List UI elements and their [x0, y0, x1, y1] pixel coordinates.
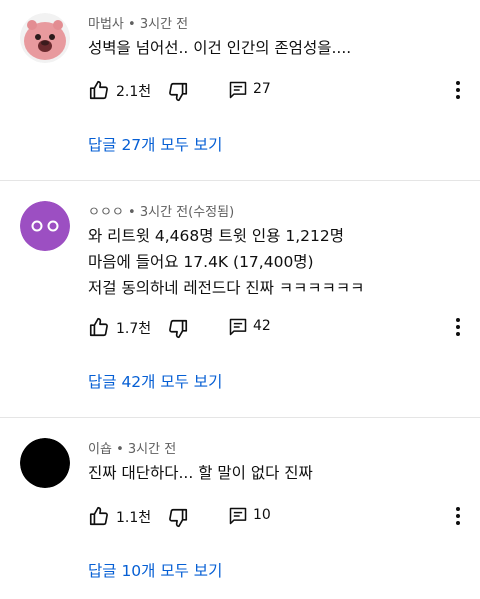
comment-text: 성벽을 넘어선.. 이건 인간의 존엄성을....: [88, 35, 351, 61]
action-row: 1.7천 42: [88, 316, 480, 340]
avatar[interactable]: [20, 13, 70, 63]
reply-icon[interactable]: [228, 506, 248, 526]
comment-text: 와 리트윗 4,468명 트윗 인용 1,212명 마음에 들어요 17.4K …: [88, 223, 364, 301]
author-name[interactable]: ㅇㅇㅇ: [88, 205, 124, 220]
comment-line: 마음에 들어요 17.4K (17,400명): [88, 253, 314, 271]
like-count: 2.1천: [116, 84, 152, 100]
comment-meta: 이숍 • 3시간 전: [88, 438, 176, 457]
comment-line: 진짜 대단하다... 할 말이 없다 진짜: [88, 464, 313, 482]
avatar[interactable]: [20, 201, 70, 251]
comment-line: 저걸 동의하네 레전드다 진짜 ㅋㅋㅋㅋㅋㅋ: [88, 279, 365, 297]
thumb-down-icon[interactable]: [167, 81, 189, 103]
reply-icon[interactable]: [228, 317, 248, 337]
view-replies-link[interactable]: 답글 27개 모두 보기: [88, 133, 222, 155]
comment-time: 3시간 전: [127, 442, 177, 457]
meta-separator: •: [128, 205, 136, 220]
comment-item: ㅇㅇㅇ • 3시간 전(수정됨) 와 리트윗 4,468명 트윗 인용 1,21…: [0, 181, 480, 417]
like-count: 1.7천: [116, 321, 152, 337]
comment-text: 진짜 대단하다... 할 말이 없다 진짜: [88, 460, 313, 486]
more-vert-icon[interactable]: [450, 79, 466, 101]
action-row: 2.1천 27: [88, 79, 480, 103]
comment-item: 이숍 • 3시간 전 진짜 대단하다... 할 말이 없다 진짜 1.1천 10…: [0, 418, 480, 599]
like-count: 1.1천: [116, 510, 152, 526]
avatar[interactable]: [20, 438, 70, 488]
thumb-up-icon[interactable]: [88, 316, 110, 338]
comment-line: 성벽을 넘어선.. 이건 인간의 존엄성을....: [88, 39, 352, 57]
comment-time: 3시간 전(수정됨): [139, 205, 235, 220]
view-replies-link[interactable]: 답글 10개 모두 보기: [88, 559, 222, 581]
view-replies-link[interactable]: 답글 42개 모두 보기: [88, 370, 222, 392]
author-name[interactable]: 마법사: [88, 17, 124, 32]
reply-count: 42: [253, 318, 271, 334]
meta-separator: •: [116, 442, 124, 457]
thumb-down-icon[interactable]: [167, 318, 189, 340]
action-row: 1.1천 10: [88, 505, 480, 529]
reply-count: 10: [253, 507, 271, 523]
comment-item: 마법사 • 3시간 전 성벽을 넘어선.. 이건 인간의 존엄성을.... 2.…: [0, 0, 480, 180]
comment-meta: ㅇㅇㅇ • 3시간 전(수정됨): [88, 201, 234, 220]
more-vert-icon[interactable]: [450, 505, 466, 527]
reply-icon[interactable]: [228, 80, 248, 100]
comment-meta: 마법사 • 3시간 전: [88, 13, 188, 32]
reply-count: 27: [253, 81, 271, 97]
meta-separator: •: [128, 17, 136, 32]
thumb-down-icon[interactable]: [167, 507, 189, 529]
thumb-up-icon[interactable]: [88, 79, 110, 101]
thumb-up-icon[interactable]: [88, 505, 110, 527]
comment-line: 와 리트윗 4,468명 트윗 인용 1,212명: [88, 227, 344, 245]
author-name[interactable]: 이숍: [88, 442, 112, 457]
comment-time: 3시간 전: [139, 17, 189, 32]
more-vert-icon[interactable]: [450, 316, 466, 338]
